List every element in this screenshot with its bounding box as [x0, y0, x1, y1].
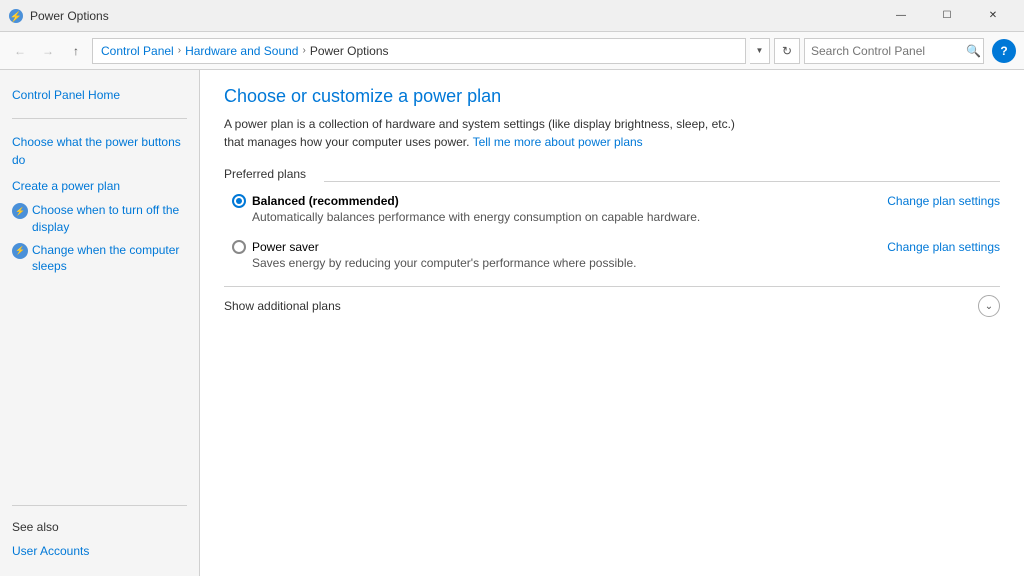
svg-text:⚡: ⚡ — [10, 10, 22, 23]
address-path: Control Panel › Hardware and Sound › Pow… — [92, 38, 746, 64]
tell-me-more-link[interactable]: Tell me more about power plans — [473, 135, 643, 149]
breadcrumb-hardware-sound[interactable]: Hardware and Sound — [185, 44, 298, 58]
turn-off-display-label: Choose when to turn off the display — [32, 202, 187, 236]
plan-radio-balanced[interactable] — [232, 194, 246, 208]
title-bar: ⚡ Power Options — ☐ ✕ — [0, 0, 1024, 32]
plan-radio-power-saver[interactable] — [232, 240, 246, 254]
plan-name-balanced: Balanced (recommended) — [252, 194, 399, 208]
sidebar-divider-2 — [12, 505, 187, 506]
plan-item-balanced: Balanced (recommended) Change plan setti… — [224, 194, 1000, 224]
sidebar-item-turn-off-display[interactable]: Choose when to turn off the display — [0, 199, 199, 239]
show-additional-label: Show additional plans — [224, 299, 341, 313]
search-box: 🔍 — [804, 38, 984, 64]
show-additional-plans[interactable]: Show additional plans ⌄ — [224, 286, 1000, 317]
turn-off-display-icon — [12, 203, 28, 219]
plan-desc-balanced: Automatically balances performance with … — [232, 210, 1000, 224]
change-plan-link-power-saver[interactable]: Change plan settings — [887, 240, 1000, 254]
breadcrumb-power-options: Power Options — [310, 44, 389, 58]
page-title: Choose or customize a power plan — [224, 86, 1000, 107]
sidebar-item-create-power-plan[interactable]: Create a power plan — [0, 173, 199, 199]
content-area: Choose or customize a power plan A power… — [200, 70, 1024, 576]
chevron-down-icon: ⌄ — [978, 295, 1000, 317]
sidebar-item-control-panel-home[interactable]: Control Panel Home — [0, 82, 199, 108]
window-title: Power Options — [30, 9, 878, 23]
up-button[interactable]: ↑ — [64, 39, 88, 63]
sidebar-item-change-sleep[interactable]: Change when the computer sleeps — [0, 239, 199, 279]
address-bar: ← → ↑ Control Panel › Hardware and Sound… — [0, 32, 1024, 70]
breadcrumb-sep-2: › — [302, 45, 305, 56]
plan-desc-power-saver: Saves energy by reducing your computer's… — [232, 256, 1000, 270]
change-sleep-label: Change when the computer sleeps — [32, 242, 187, 276]
main-layout: Control Panel Home Choose what the power… — [0, 70, 1024, 576]
minimize-button[interactable]: — — [878, 0, 924, 32]
see-also-label: See also — [0, 516, 199, 538]
plan-item-power-saver: Power saver Change plan settings Saves e… — [224, 240, 1000, 270]
preferred-plans-section: Preferred plans Balanced (recommended) C… — [224, 167, 1000, 317]
plan-row-balanced: Balanced (recommended) Change plan setti… — [232, 194, 1000, 208]
content-description: A power plan is a collection of hardware… — [224, 115, 754, 151]
sidebar-item-user-accounts[interactable]: User Accounts — [0, 538, 199, 564]
sidebar-item-power-buttons[interactable]: Choose what the power buttons do — [0, 129, 199, 173]
help-button[interactable]: ? — [992, 39, 1016, 63]
close-button[interactable]: ✕ — [970, 0, 1016, 32]
breadcrumb-sep-1: › — [178, 45, 181, 56]
search-input[interactable] — [811, 44, 966, 58]
plan-radio-label-power-saver: Power saver — [232, 240, 319, 254]
sidebar-divider-1 — [12, 118, 187, 119]
refresh-button[interactable]: ↻ — [774, 38, 800, 64]
section-divider — [324, 181, 1000, 182]
change-plan-link-balanced[interactable]: Change plan settings — [887, 194, 1000, 208]
app-icon: ⚡ — [8, 8, 24, 24]
search-icon[interactable]: 🔍 — [966, 44, 981, 58]
sidebar: Control Panel Home Choose what the power… — [0, 70, 200, 576]
address-dropdown-button[interactable]: ▼ — [750, 38, 770, 64]
plan-name-power-saver: Power saver — [252, 240, 319, 254]
back-button[interactable]: ← — [8, 39, 32, 63]
plan-row-power-saver: Power saver Change plan settings — [232, 240, 1000, 254]
breadcrumb-control-panel[interactable]: Control Panel — [101, 44, 174, 58]
forward-button[interactable]: → — [36, 39, 60, 63]
restore-button[interactable]: ☐ — [924, 0, 970, 32]
window-controls: — ☐ ✕ — [878, 0, 1016, 32]
plan-radio-label-balanced: Balanced (recommended) — [232, 194, 399, 208]
change-sleep-icon — [12, 243, 28, 259]
preferred-plans-label: Preferred plans — [224, 167, 306, 181]
